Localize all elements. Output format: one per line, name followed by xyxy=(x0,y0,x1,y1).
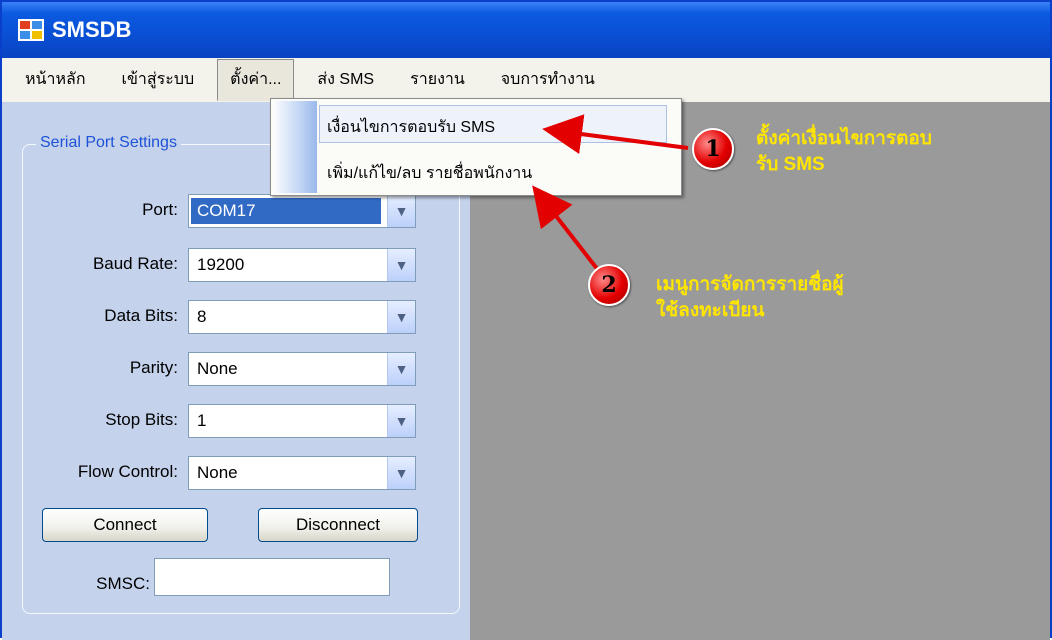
annotation-badge-2: 2 xyxy=(588,264,630,306)
annotation-1-line1: ตั้งค่าเงื่อนไขการตอบ xyxy=(756,128,932,149)
annotation-arrow-2 xyxy=(532,185,600,272)
annotation-note-1: ตั้งค่าเงื่อนไขการตอบ รับ SMS xyxy=(756,126,932,178)
annotation-note-2: เมนูการจัดการรายชื่อผู้ ใช้ลงทะเบียน xyxy=(656,272,844,324)
annotation-arrows xyxy=(532,114,689,272)
annotation-2-line1: เมนูการจัดการรายชื่อผู้ xyxy=(656,274,844,295)
annotation-arrow-1 xyxy=(542,114,689,154)
annotation-2-line2: ใช้ลงทะเบียน xyxy=(656,300,765,321)
application-window: SMSDB หน้าหลัก เข้าสู่ระบบ ตั้งค่า... ส่… xyxy=(0,0,1052,640)
annotation-badge-1: 1 xyxy=(692,128,734,170)
annotation-1-line2: รับ SMS xyxy=(756,154,825,175)
